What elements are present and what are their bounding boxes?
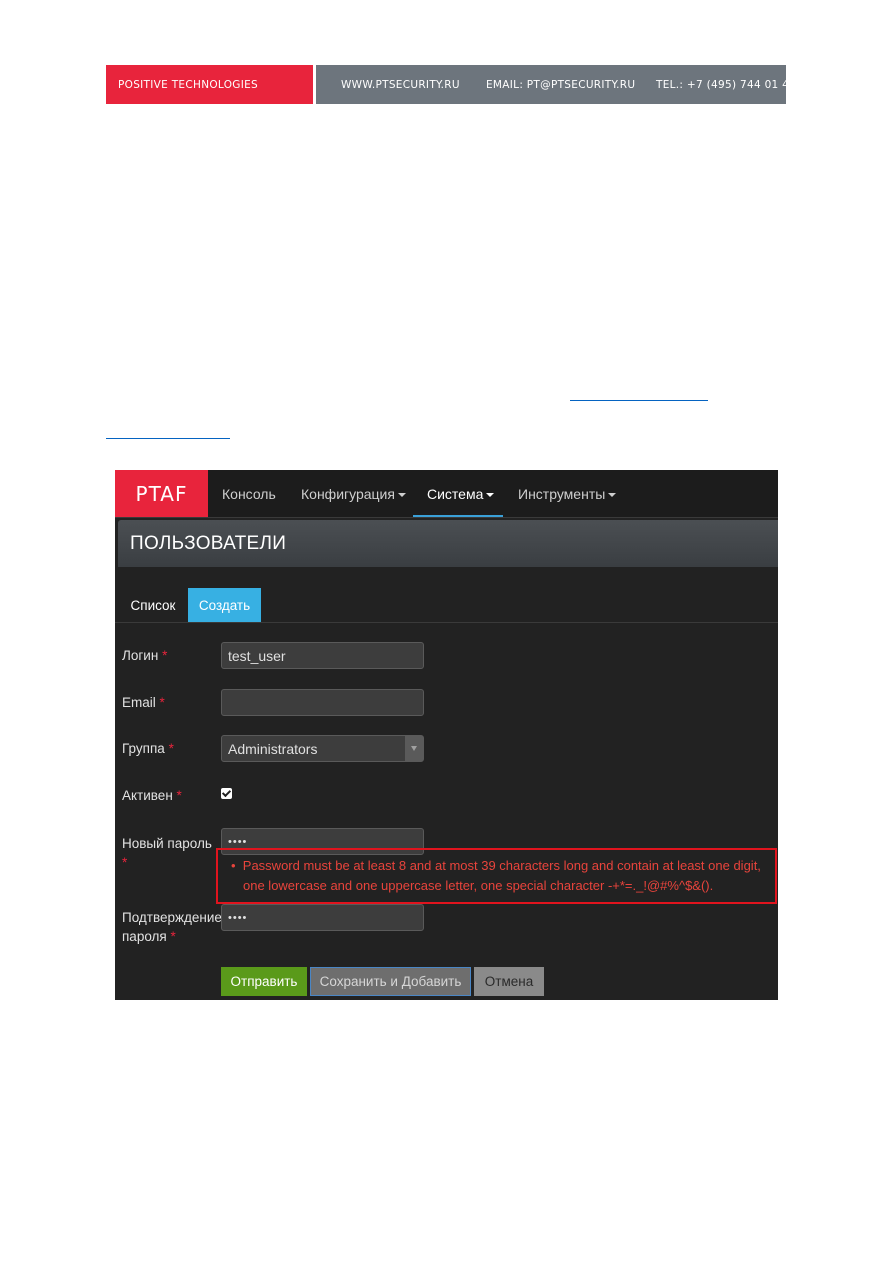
group-select[interactable]: Administrators: [221, 735, 424, 762]
save-and-add-button[interactable]: Сохранить и Добавить: [310, 967, 471, 996]
new-password-label-text: Новый пароль: [122, 836, 212, 851]
new-password-label: Новый пароль *: [122, 834, 212, 872]
required-mark: *: [168, 741, 174, 756]
active-checkbox[interactable]: [221, 787, 232, 799]
active-label-text: Активен: [122, 788, 173, 803]
email-input[interactable]: [221, 689, 424, 716]
nav-item-console[interactable]: Консоль: [222, 470, 276, 517]
email-label: Email *: [122, 693, 165, 712]
submit-button[interactable]: Отправить: [221, 967, 307, 996]
banner-website: WWW.PTSECURITY.RU: [341, 79, 460, 91]
tab-list[interactable]: Список: [118, 588, 188, 623]
banner-logo-block: POSITIVE TECHNOLOGIES: [106, 65, 313, 104]
tabs-divider: [115, 622, 778, 623]
company-name: POSITIVE TECHNOLOGIES: [118, 79, 258, 91]
banner-contacts-block: WWW.PTSECURITY.RU EMAIL: PT@PTSECURITY.R…: [316, 65, 796, 104]
nav-item-system[interactable]: Система: [427, 470, 495, 517]
caret-down-icon: [608, 492, 617, 497]
caret-down-icon: [486, 492, 495, 497]
new-password-input-value: ••••: [228, 835, 248, 848]
bullet-icon: •: [231, 858, 243, 873]
email-label-text: Email: [122, 695, 156, 710]
nav-item-label: Консоль: [222, 485, 276, 502]
document-link-underline[interactable]: [106, 438, 230, 439]
nav-item-label: Инструменты: [518, 485, 606, 502]
page-header: ПОЛЬЗОВАТЕЛИ: [118, 520, 778, 567]
login-input[interactable]: test_user: [221, 642, 424, 669]
group-label: Группа *: [122, 739, 174, 758]
nav-item-label: Конфигурация: [301, 485, 395, 502]
required-mark: *: [162, 648, 168, 663]
document-link-underline[interactable]: [570, 400, 708, 401]
confirm-password-input[interactable]: ••••: [221, 904, 424, 931]
login-label: Логин *: [122, 646, 167, 665]
required-mark: *: [176, 788, 182, 803]
confirm-password-label: Подтверждение пароля *: [122, 908, 222, 946]
login-input-value: test_user: [228, 647, 286, 664]
group-select-value: Administrators: [228, 740, 318, 757]
confirm-label-text: Подтверждение: [122, 910, 222, 925]
tab-create[interactable]: Создать: [188, 588, 261, 623]
app-screenshot: PTAF Консоль Конфигурация Система Инстру…: [115, 470, 778, 1000]
nav-item-label: Система: [427, 485, 484, 502]
checkmark-icon: [221, 787, 232, 797]
confirm-password-input-value: ••••: [228, 911, 248, 924]
nav-item-configuration[interactable]: Конфигурация: [301, 470, 406, 517]
chevron-down-icon[interactable]: [405, 736, 423, 761]
password-error-line: one lowercase and one uppercase letter, …: [243, 876, 713, 896]
required-mark: *: [170, 929, 176, 944]
caret-down-icon: [397, 492, 406, 497]
password-error-line: • Password must be at least 8 and at mos…: [231, 856, 761, 876]
brand-logo[interactable]: PTAF: [115, 470, 208, 517]
required-mark: *: [159, 695, 165, 710]
banner-phone: TEL.: +7 (495) 744 01 44: [656, 79, 797, 91]
active-nav-indicator: [413, 515, 503, 517]
group-label-text: Группа: [122, 741, 165, 756]
required-mark: *: [122, 855, 128, 870]
password-error-box: • Password must be at least 8 and at mos…: [216, 848, 777, 904]
nav-item-tools[interactable]: Инструменты: [518, 470, 617, 517]
header-banner: POSITIVE TECHNOLOGIES WWW.PTSECURITY.RU …: [106, 65, 796, 104]
active-label: Активен *: [122, 786, 182, 805]
cancel-button[interactable]: Отмена: [474, 967, 544, 996]
confirm-label-text: пароля: [122, 929, 167, 944]
page-title: ПОЛЬЗОВАТЕЛИ: [130, 532, 287, 554]
top-navbar: PTAF Консоль Конфигурация Система Инстру…: [115, 470, 778, 518]
login-label-text: Логин: [122, 648, 159, 663]
error-text: one lowercase and one uppercase letter, …: [243, 878, 714, 893]
error-text: Password must be at least 8 and at most …: [242, 858, 761, 873]
banner-email: EMAIL: PT@PTSECURITY.RU: [486, 79, 636, 91]
